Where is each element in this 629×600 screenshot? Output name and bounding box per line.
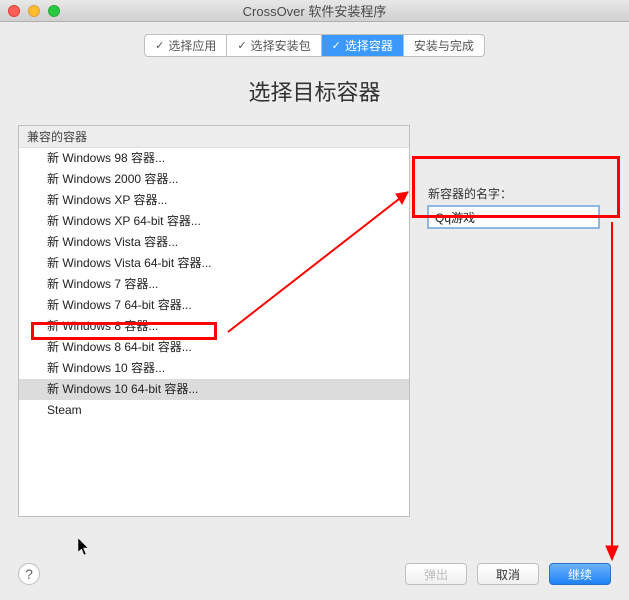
list-item[interactable]: 新 Windows 98 容器...: [19, 148, 409, 169]
help-button[interactable]: ?: [18, 563, 40, 585]
list-item[interactable]: 新 Windows Vista 容器...: [19, 232, 409, 253]
page-title: 选择目标容器: [0, 75, 629, 107]
list-item[interactable]: 新 Windows XP 容器...: [19, 190, 409, 211]
help-icon: ?: [25, 566, 33, 582]
footer: ? 弹出 取消 继续: [0, 548, 629, 600]
check-icon: ✓: [155, 39, 164, 52]
titlebar: CrossOver 软件安装程序: [0, 0, 629, 22]
list-item[interactable]: Steam: [19, 400, 409, 421]
bottle-name-label: 新容器的名字：: [428, 185, 611, 202]
list-item[interactable]: 新 Windows 8 64-bit 容器...: [19, 337, 409, 358]
traffic-lights: [8, 5, 60, 17]
step-select-package[interactable]: ✓ 选择安装包: [227, 35, 321, 56]
zoom-window-button[interactable]: [48, 5, 60, 17]
window-title: CrossOver 软件安装程序: [0, 1, 629, 20]
step-label: 安装与完成: [414, 37, 474, 54]
eject-button: 弹出: [405, 563, 467, 585]
content: 兼容的容器 新 Windows 98 容器...新 Windows 2000 容…: [0, 125, 629, 517]
step-label: 选择应用: [168, 37, 216, 54]
list-item[interactable]: 新 Windows 7 容器...: [19, 274, 409, 295]
close-window-button[interactable]: [8, 5, 20, 17]
list-item[interactable]: 新 Windows 10 64-bit 容器...: [19, 379, 409, 400]
list-item[interactable]: 新 Windows 8 容器...: [19, 316, 409, 337]
list-item[interactable]: 新 Windows XP 64-bit 容器...: [19, 211, 409, 232]
list-item[interactable]: 新 Windows 2000 容器...: [19, 169, 409, 190]
bottle-list-panel: 兼容的容器 新 Windows 98 容器...新 Windows 2000 容…: [18, 125, 410, 517]
bottle-name-input[interactable]: [428, 206, 599, 228]
step-select-bottle[interactable]: ✓ 选择容器: [322, 35, 404, 56]
step-label: 选择容器: [345, 37, 393, 54]
step-install-finish[interactable]: 安装与完成: [404, 35, 484, 56]
list-item[interactable]: 新 Windows 10 容器...: [19, 358, 409, 379]
steps-bar: ✓ 选择应用 ✓ 选择安装包 ✓ 选择容器 安装与完成: [0, 22, 629, 75]
check-icon: ✓: [332, 39, 341, 52]
list-header: 兼容的容器: [19, 126, 409, 148]
step-select-app[interactable]: ✓ 选择应用: [145, 35, 227, 56]
right-panel: 新容器的名字：: [410, 125, 611, 517]
minimize-window-button[interactable]: [28, 5, 40, 17]
continue-button[interactable]: 继续: [549, 563, 611, 585]
cancel-button[interactable]: 取消: [477, 563, 539, 585]
list-item[interactable]: 新 Windows Vista 64-bit 容器...: [19, 253, 409, 274]
install-steps: ✓ 选择应用 ✓ 选择安装包 ✓ 选择容器 安装与完成: [144, 34, 485, 57]
step-label: 选择安装包: [251, 37, 311, 54]
check-icon: ✓: [237, 39, 246, 52]
list-item[interactable]: 新 Windows 7 64-bit 容器...: [19, 295, 409, 316]
